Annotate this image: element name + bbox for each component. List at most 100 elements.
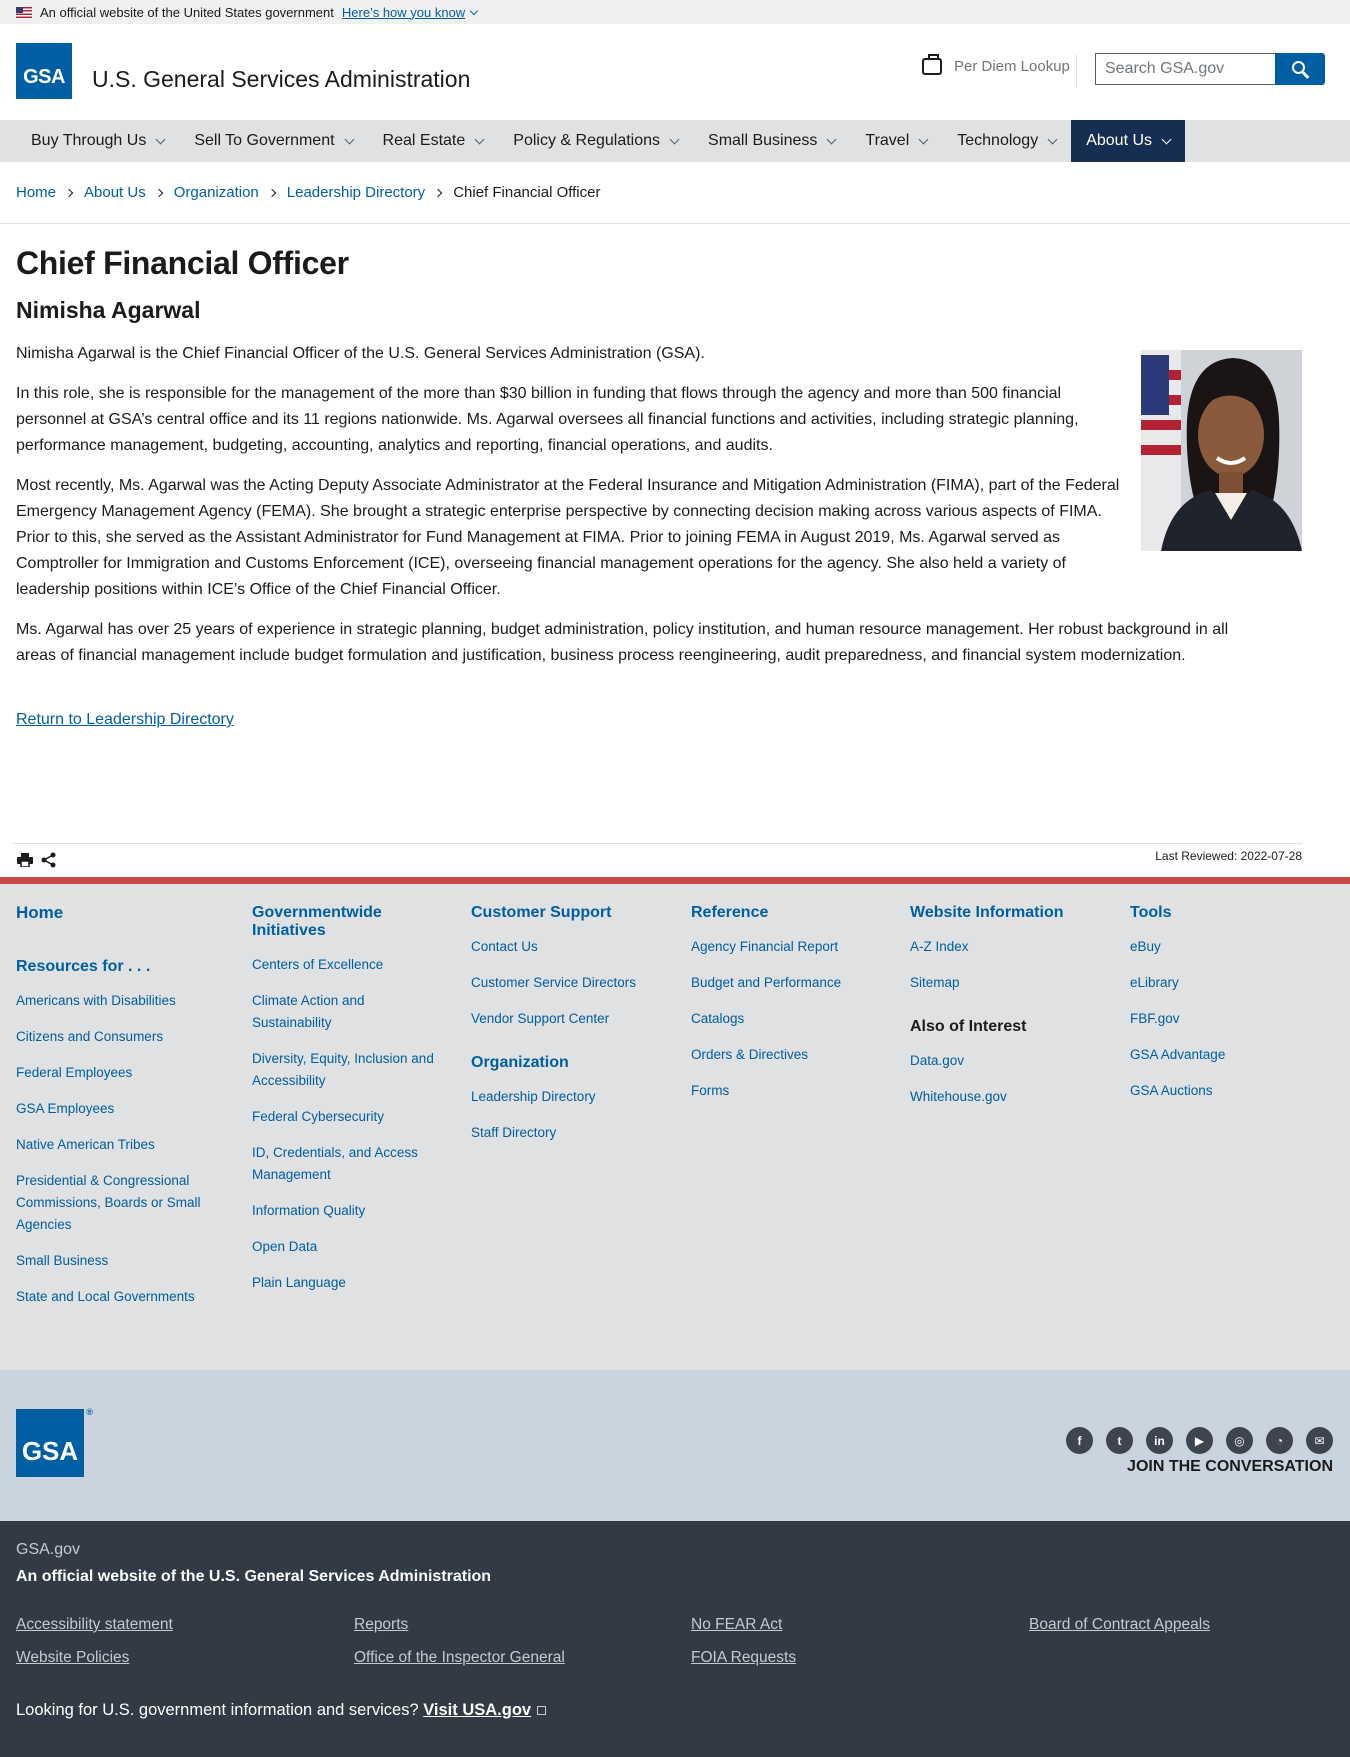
- footer-link[interactable]: FBF.gov: [1130, 1008, 1330, 1030]
- email-icon[interactable]: ✉: [1306, 1427, 1333, 1454]
- print-icon[interactable]: [17, 853, 33, 867]
- footer-link[interactable]: Orders & Directives: [691, 1044, 891, 1066]
- footer-link[interactable]: Agency Financial Report: [691, 936, 891, 958]
- search-input[interactable]: Search GSA.gov: [1095, 53, 1276, 85]
- footer-link[interactable]: GSA Advantage: [1130, 1044, 1330, 1066]
- nav-label: Policy & Regulations: [513, 132, 661, 149]
- footer-link[interactable]: Climate Action and Sustainability: [252, 990, 442, 1034]
- customer-support-heading[interactable]: Customer Support: [471, 904, 671, 922]
- footer-link[interactable]: Customer Service Directors: [471, 972, 671, 994]
- usa-gov-line: Looking for U.S. government information …: [16, 1701, 547, 1720]
- nav-item-technology[interactable]: Technology: [942, 120, 1071, 162]
- identifier: GSA.gov An official website of the U.S. …: [0, 1521, 1350, 1757]
- footer-link[interactable]: eBuy: [1130, 936, 1330, 958]
- nav-label: Buy Through Us: [31, 132, 147, 149]
- search-button[interactable]: [1275, 53, 1325, 85]
- footer-link[interactable]: Catalogs: [691, 1008, 891, 1030]
- footer-link[interactable]: A-Z Index: [910, 936, 1110, 958]
- footer-link[interactable]: Whitehouse.gov: [910, 1086, 1110, 1108]
- return-to-leadership-directory-link[interactable]: Return to Leadership Directory: [16, 711, 1334, 729]
- page-tools: Last Reviewed: 2022-07-28: [12, 843, 1302, 877]
- nav-item-buy-through-us[interactable]: Buy Through Us: [16, 120, 179, 162]
- visit-usa-gov-link[interactable]: Visit USA.gov: [423, 1701, 531, 1719]
- nav-item-about-us[interactable]: About Us: [1071, 120, 1186, 162]
- bio-paragraph: Ms. Agarwal has over 25 years of experie…: [16, 621, 1229, 664]
- footer-link[interactable]: GSA Auctions: [1130, 1080, 1330, 1102]
- nav-item-sell-to-government[interactable]: Sell To Government: [179, 120, 367, 162]
- governmentwide-list: Centers of Excellence Climate Action and…: [252, 954, 442, 1294]
- footer-link[interactable]: Native American Tribes: [16, 1134, 216, 1156]
- footer-link[interactable]: Small Business: [16, 1250, 216, 1272]
- nav-item-small-business[interactable]: Small Business: [693, 120, 850, 162]
- footer-link[interactable]: ID, Credentials, and Access Management: [252, 1142, 442, 1186]
- breadcrumb-leadership-directory[interactable]: Leadership Directory: [287, 184, 425, 201]
- footer-rule: [0, 877, 1350, 884]
- footer-link[interactable]: Plain Language: [252, 1272, 442, 1294]
- instagram-icon[interactable]: ◎: [1226, 1427, 1253, 1454]
- footer-link[interactable]: Information Quality: [252, 1200, 442, 1222]
- nav-item-real-estate[interactable]: Real Estate: [368, 120, 499, 162]
- footer-col-tools: Tools eBuy eLibrary FBF.gov GSA Advantag…: [1130, 904, 1330, 1116]
- footer-link[interactable]: Contact Us: [471, 936, 671, 958]
- gsa-footer-logo-text: GSA: [21, 1436, 79, 1466]
- foia-requests-link[interactable]: FOIA Requests: [691, 1649, 796, 1667]
- governmentwide-heading[interactable]: Governmentwide Initiatives: [252, 904, 442, 940]
- gsa-footer-logo[interactable]: GSA: [16, 1407, 93, 1477]
- footer-link[interactable]: Open Data: [252, 1236, 442, 1258]
- facebook-icon[interactable]: f: [1066, 1427, 1093, 1454]
- footer-home-link[interactable]: Home: [16, 904, 216, 922]
- nav-label: Technology: [957, 132, 1039, 149]
- social-links: f t in ▶ ◎ ◔ ✉: [1053, 1427, 1333, 1454]
- chevron-down-icon: [155, 134, 166, 144]
- gsa-logo[interactable]: GSA: [16, 43, 72, 99]
- breadcrumb-home[interactable]: Home: [16, 184, 56, 201]
- footer-link[interactable]: State and Local Governments: [16, 1286, 216, 1308]
- linkedin-icon[interactable]: in: [1146, 1427, 1173, 1454]
- footer-link[interactable]: Data.gov: [910, 1050, 1110, 1072]
- nav-label: Real Estate: [382, 132, 466, 149]
- chevron-down-icon: [826, 134, 837, 144]
- page-title: Chief Financial Officer: [16, 245, 349, 281]
- nav-label: Travel: [865, 132, 910, 149]
- footer-link[interactable]: Citizens and Consumers: [16, 1026, 216, 1048]
- blog-icon[interactable]: ◔: [1266, 1427, 1293, 1454]
- board-of-contract-appeals-link[interactable]: Board of Contract Appeals: [1029, 1616, 1210, 1634]
- youtube-icon[interactable]: ▶: [1186, 1427, 1213, 1454]
- footer-link[interactable]: Sitemap: [910, 972, 1110, 994]
- footer-link[interactable]: Budget and Performance: [691, 972, 891, 994]
- breadcrumb-organization[interactable]: Organization: [174, 184, 259, 201]
- footer-link[interactable]: GSA Employees: [16, 1098, 216, 1120]
- breadcrumb-about-us[interactable]: About Us: [84, 184, 146, 201]
- footer-link[interactable]: Centers of Excellence: [252, 954, 442, 976]
- footer-link[interactable]: Forms: [691, 1080, 891, 1102]
- footer-link[interactable]: eLibrary: [1130, 972, 1330, 994]
- identifier-official: An official website of the U.S. General …: [16, 1568, 492, 1585]
- tools-heading[interactable]: Tools: [1130, 904, 1330, 922]
- share-icon[interactable]: [41, 852, 57, 868]
- reference-heading[interactable]: Reference: [691, 904, 891, 922]
- website-policies-link[interactable]: Website Policies: [16, 1649, 129, 1667]
- footer-link[interactable]: Vendor Support Center: [471, 1008, 671, 1030]
- heres-how-you-know-link[interactable]: Here’s how you know: [342, 5, 479, 20]
- website-information-heading[interactable]: Website Information: [910, 904, 1110, 922]
- footer-link[interactable]: Leadership Directory: [471, 1086, 671, 1108]
- nav-item-policy-regulations[interactable]: Policy & Regulations: [498, 120, 693, 162]
- footer-link[interactable]: Federal Cybersecurity: [252, 1106, 442, 1128]
- organization-heading[interactable]: Organization: [471, 1054, 671, 1072]
- accessibility-statement-link[interactable]: Accessibility statement: [16, 1616, 173, 1634]
- twitter-icon[interactable]: t: [1106, 1427, 1133, 1454]
- footer-link[interactable]: Americans with Disabilities: [16, 990, 216, 1012]
- footer-link[interactable]: Presidential & Congressional Commissions…: [16, 1170, 216, 1236]
- footer-link[interactable]: Diversity, Equity, Inclusion and Accessi…: [252, 1048, 442, 1092]
- reports-link[interactable]: Reports: [354, 1616, 408, 1634]
- briefcase-icon: [922, 54, 942, 75]
- footer-nav: Home Resources for . . . Americans with …: [0, 884, 1350, 1370]
- inspector-general-link[interactable]: Office of the Inspector General: [354, 1649, 565, 1667]
- footer-link[interactable]: Federal Employees: [16, 1062, 216, 1084]
- footer-link[interactable]: Staff Directory: [471, 1122, 671, 1144]
- per-diem-lookup-link[interactable]: Per Diem Lookup: [922, 54, 1070, 75]
- site-title[interactable]: U.S. General Services Administration: [92, 66, 470, 93]
- nav-item-travel[interactable]: Travel: [850, 120, 942, 162]
- no-fear-act-link[interactable]: No FEAR Act: [691, 1616, 782, 1634]
- chevron-down-icon: [1161, 134, 1172, 144]
